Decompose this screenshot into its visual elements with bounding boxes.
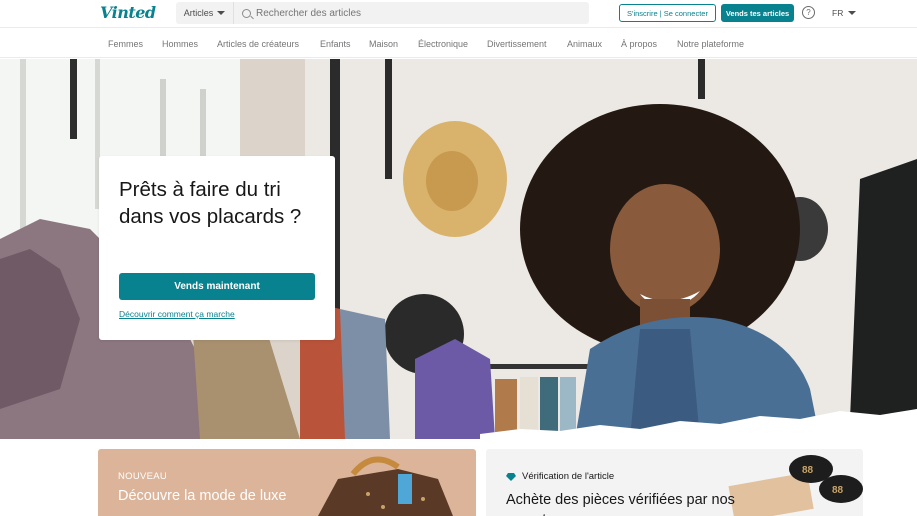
sell-now-button[interactable]: Vends maintenant [119,273,315,300]
search-input[interactable] [256,7,576,19]
search-category-select[interactable]: Articles [176,2,234,24]
language-label: FR [832,8,844,18]
luxury-promo-title: Découvre la mode de luxe [118,488,287,504]
nav-item-animaux[interactable]: Animaux [567,39,602,49]
top-header: Vinted Articles S'inscrire | Se connecte… [0,0,917,28]
nav-item-divertissement[interactable]: Divertissement [487,39,547,49]
sell-items-button[interactable]: Vends tes articles [721,4,794,22]
verification-label: Vérification de l'article [506,471,614,482]
search-bar: Articles [176,2,589,24]
hero-banner: Prêts à faire du tri dans vos placards ?… [0,59,917,439]
nav-item-notre-plateforme[interactable]: Notre plateforme [677,39,744,49]
diamond-icon [506,472,516,481]
verification-promo-title: Achète des pièces vérifiées par nos expe… [506,492,735,516]
svg-text:88: 88 [802,465,814,476]
nav-item-electronique[interactable]: Électronique [418,39,468,49]
vinted-logo[interactable]: Vinted [100,3,156,22]
hero-title: Prêts à faire du tri dans vos placards ? [119,178,302,228]
nav-item-articles-de-createurs[interactable]: Articles de créateurs [217,39,299,49]
verification-text: Vérification de l'article [522,471,615,482]
nav-item-maison[interactable]: Maison [369,39,398,49]
new-badge: NOUVEAU [118,471,168,482]
nav-item-a-propos[interactable]: À propos [621,39,657,49]
category-nav: Femmes Hommes Articles de créateurs Enfa… [0,29,917,58]
signup-login-button[interactable]: S'inscrire | Se connecter [619,4,716,22]
luxury-promo-card[interactable]: NOUVEAU Découvre la mode de luxe [98,449,476,516]
search-category-label: Articles [183,8,214,18]
chevron-down-icon [217,11,226,15]
help-icon[interactable]: ? [802,6,815,19]
nav-item-enfants[interactable]: Enfants [320,39,351,49]
hero-card: Prêts à faire du tri dans vos placards ?… [99,156,335,340]
language-selector[interactable]: FR [832,8,857,18]
nav-item-hommes[interactable]: Hommes [162,39,198,49]
nav-item-femmes[interactable]: Femmes [108,39,143,49]
chevron-down-icon [848,11,857,15]
verification-promo-card[interactable]: 88 88 Vérification de l'article Achète d… [486,449,863,516]
how-it-works-link[interactable]: Découvrir comment ça marche [119,309,235,319]
luxury-bag-image [318,456,453,516]
svg-text:88: 88 [832,485,844,496]
search-icon [242,8,251,18]
